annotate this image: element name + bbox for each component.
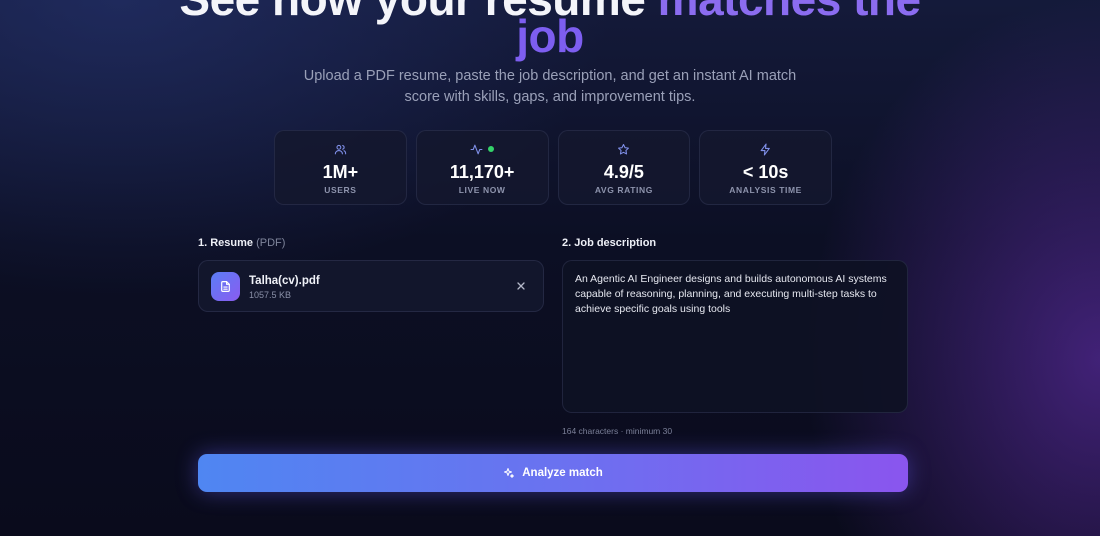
file-document-icon	[211, 272, 240, 301]
sparkles-icon	[504, 468, 515, 478]
analyze-match-button[interactable]: Analyze match	[198, 454, 908, 492]
analyze-button-label: Analyze match	[522, 467, 603, 479]
hero-subtitle: Upload a PDF resume, paste the job descr…	[303, 68, 797, 105]
stat-value: 1M+	[322, 162, 359, 182]
users-icon	[334, 143, 347, 156]
stat-label: AVG RATING	[594, 185, 653, 195]
stat-live-now: 11,170+ LIVE NOW	[415, 130, 549, 205]
stat-analysis-time: < 10s ANALYSIS TIME	[699, 130, 832, 205]
hero-title-accent-line2: job	[516, 10, 584, 62]
resume-section-label: 1. Resume (PDF)	[198, 237, 285, 249]
uploaded-file-card[interactable]: Talha(cv).pdf 1057.5 KB	[198, 260, 544, 312]
job-description-textarea[interactable]: An Agentic AI Engineer designs and build…	[562, 260, 908, 413]
star-icon	[617, 143, 630, 156]
character-count: 164 characters · minimum 30	[562, 426, 673, 436]
activity-icon	[470, 143, 483, 156]
close-icon	[517, 282, 525, 290]
stat-value: 4.9/5	[603, 162, 644, 182]
stat-avg-rating: 4.9/5 AVG RATING	[557, 130, 691, 205]
file-size: 1057.5 KB	[249, 290, 292, 300]
job-section-label: 2. Job description	[562, 237, 657, 249]
stat-value: 11,170+	[449, 162, 515, 182]
live-indicator-dot	[488, 146, 495, 152]
stat-label: LIVE NOW	[458, 185, 506, 195]
stat-label: USERS	[324, 185, 357, 195]
stat-value: < 10s	[742, 162, 789, 182]
stat-users: 1M+ USERS	[274, 130, 407, 205]
stat-label: ANALYSIS TIME	[729, 185, 802, 195]
stats-row: 1M+ USERS 11,170+ LIVE NOW 4.9/5 AVG RAT…	[274, 130, 832, 205]
resume-label-text: 1. Resume	[198, 237, 254, 249]
remove-file-button[interactable]	[515, 280, 527, 292]
bolt-icon	[759, 143, 772, 156]
file-name: Talha(cv).pdf	[249, 275, 320, 287]
resume-label-hint: (PDF)	[256, 237, 286, 249]
